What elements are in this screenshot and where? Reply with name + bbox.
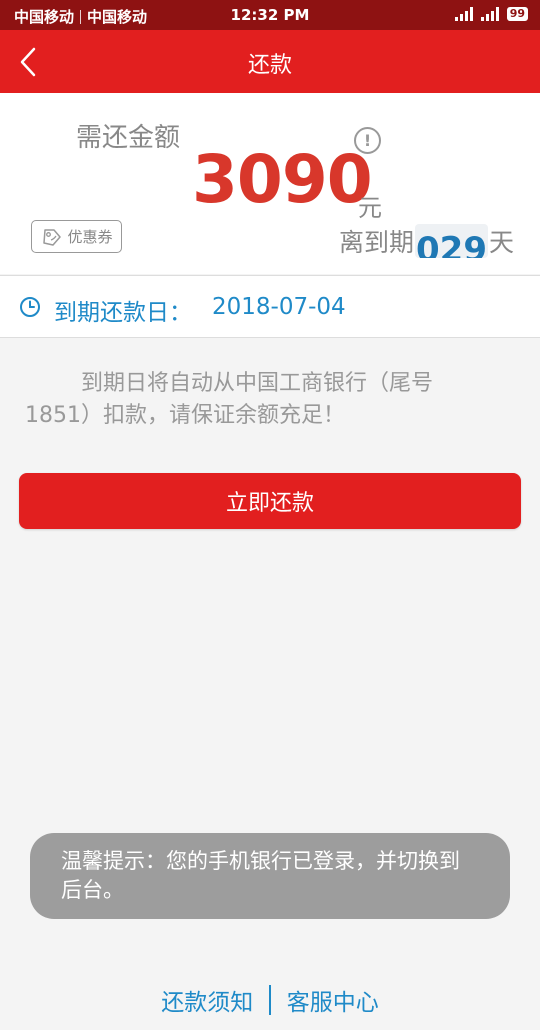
clock-icon <box>20 297 40 317</box>
due-date-label: 到期还款日： <box>54 300 192 326</box>
repayment-notes-link[interactable]: 还款须知 <box>161 983 253 1017</box>
coupon-label: 优惠券 <box>67 228 113 246</box>
amount-value: 3090 <box>192 141 373 218</box>
coupon-icon <box>43 228 62 246</box>
coupon-button[interactable]: 优惠券 <box>31 220 122 253</box>
battery-icon: 99 <box>506 7 528 21</box>
status-icons: 99 <box>454 7 528 21</box>
signal-icon <box>480 7 499 21</box>
due-date-value: 2018-07-04 <box>212 294 346 320</box>
days-suffix: 天 <box>488 228 514 257</box>
customer-service-link[interactable]: 客服中心 <box>287 983 379 1017</box>
pay-now-button[interactable]: 立即还款 <box>19 473 521 529</box>
days-prefix: 离到期 <box>338 228 414 257</box>
footer-divider <box>269 985 271 1015</box>
due-date-row: 到期还款日： 2018-07-04 <box>0 275 540 338</box>
amount-card: 需还金额 ! 3090 元 优惠券 离到期 029 天 <box>0 93 540 274</box>
toast-message: 温馨提示：您的手机银行已登录，并切换到后台。 <box>30 833 510 919</box>
amount-unit: 元 <box>358 194 382 222</box>
days-digits: 029 <box>415 224 488 258</box>
signal-icon <box>454 7 473 21</box>
days-value: 029 <box>416 230 487 258</box>
amount-label: 需还金额 <box>76 123 181 153</box>
status-bar: 中国移动 中国移动 12:32 PM 99 <box>0 0 540 30</box>
days-countdown: 离到期 029 天 <box>339 221 514 261</box>
footer-links: 还款须知 客服中心 <box>0 982 540 1018</box>
auto-debit-notice: 到期日将自动从中国工商银行（尾号1851）扣款，请保证余额充足！ <box>25 371 434 428</box>
nav-bar: 还款 <box>0 30 540 93</box>
page-title: 还款 <box>247 53 292 78</box>
